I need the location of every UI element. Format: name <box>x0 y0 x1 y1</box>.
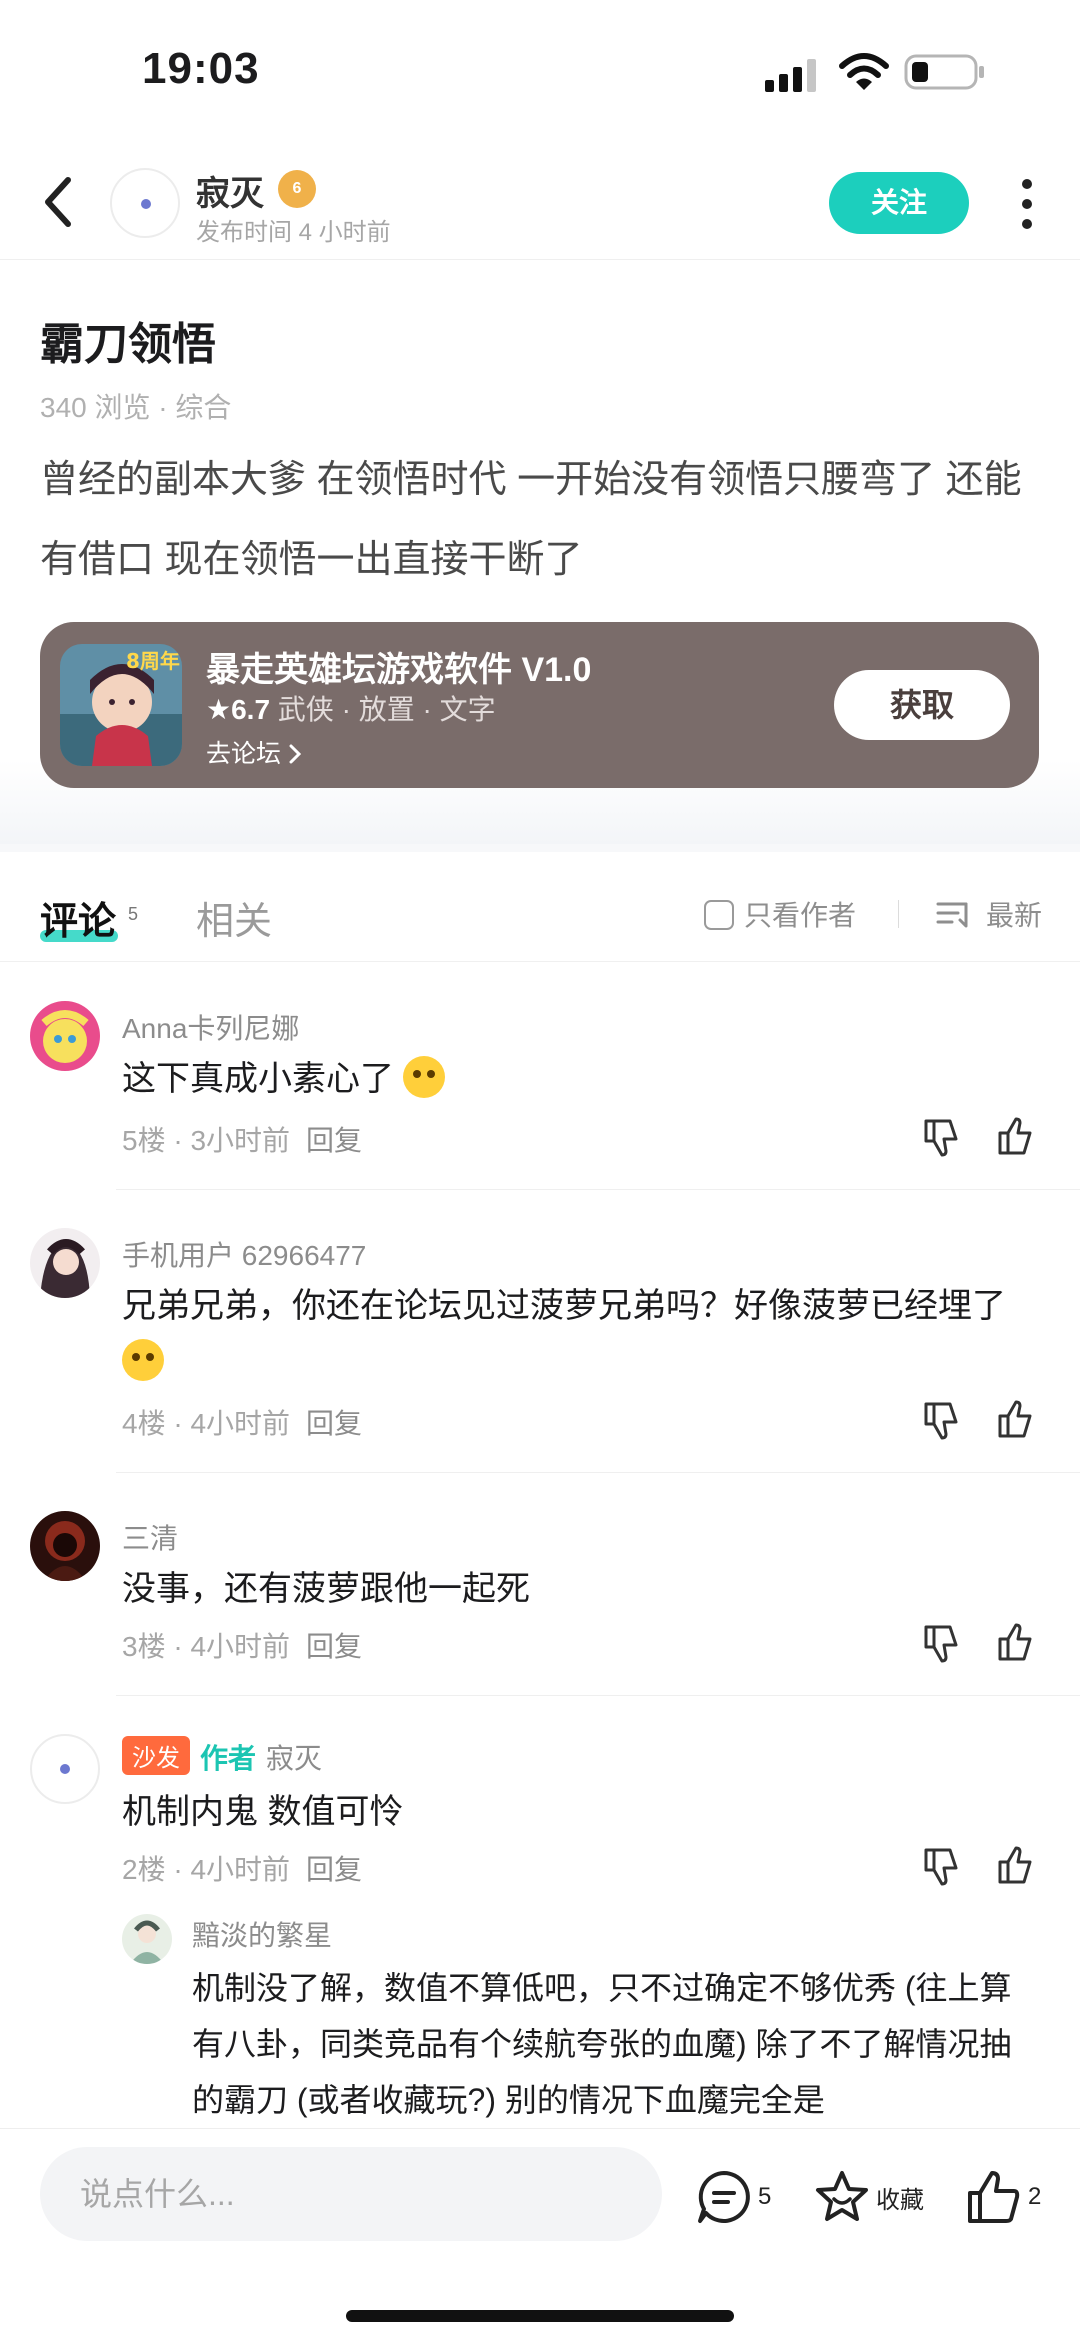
chevron-right-icon <box>289 744 302 764</box>
reply-link[interactable]: 回复 <box>306 1408 362 1439</box>
go-forum-label: 去论坛 <box>206 740 282 768</box>
comment-bubble-icon <box>698 2171 750 2223</box>
sort-icon <box>936 902 968 928</box>
game-icon-badge: 8周年 <box>126 649 180 673</box>
reply-user-name[interactable]: 黯淡的繁星 <box>192 1914 332 1954</box>
comment-divider <box>116 1695 1080 1696</box>
more-options-icon[interactable] <box>1010 172 1044 236</box>
wifi-icon <box>839 53 889 90</box>
comment-input[interactable]: 说点什么... <box>40 2147 662 2241</box>
home-indicator[interactable] <box>346 2310 734 2322</box>
post-body: 曾经的副本大爹 在领悟时代 一开始没有领悟只腰弯了 还能有借口 现在领悟一出直接… <box>40 459 1022 581</box>
dislike-icon[interactable] <box>920 1621 964 1665</box>
post-header: 寂灭 6 发布时间 4 小时前 关注 <box>0 150 1080 260</box>
commenter-avatar[interactable] <box>30 1734 100 1804</box>
reply-link[interactable]: 回复 <box>306 1125 362 1156</box>
comment-text-content: 兄弟兄弟，你还在论坛见过菠萝兄弟吗？好像菠萝已经埋了 <box>122 1287 1006 1325</box>
game-icon: 8周年 <box>60 644 182 766</box>
reply-link[interactable]: 回复 <box>306 1631 362 1662</box>
tab-divider <box>898 900 899 928</box>
comment-text-content: 这下真成小素心了 <box>122 1060 394 1098</box>
commenter-name[interactable]: Anna卡列尼娜 <box>122 1007 299 1047</box>
follow-button[interactable]: 关注 <box>829 172 969 234</box>
author-only-toggle[interactable]: 只看作者 <box>704 894 856 934</box>
author-name[interactable]: 寂灭 <box>196 166 264 215</box>
dislike-icon[interactable] <box>920 1844 964 1888</box>
commenter-name[interactable]: 手机用户 62966477 <box>122 1234 366 1274</box>
commenter-avatar[interactable] <box>30 1511 100 1581</box>
commenter-name[interactable]: 三清 <box>122 1517 178 1557</box>
go-forum-link[interactable]: 去论坛 <box>206 734 302 770</box>
commenter-name[interactable]: 寂灭 <box>266 1743 322 1774</box>
game-tags: 武侠 · 放置 · 文字 <box>270 694 496 725</box>
thumbs-up-icon <box>968 2171 1020 2223</box>
commenter-avatar[interactable] <box>30 1001 100 1071</box>
smile-emoji-icon <box>403 1056 446 1098</box>
reply-link[interactable]: 回复 <box>306 1854 362 1885</box>
post-meta: 340 浏览 · 综合 <box>40 392 232 423</box>
comment-meta: 3楼 · 4小时前 回复 <box>122 1625 362 1665</box>
comment-count: 5 <box>758 2183 772 2210</box>
tab-related[interactable]: 相关 <box>196 890 272 945</box>
like-post-button[interactable]: 2 <box>964 2167 1041 2227</box>
like-count: 2 <box>1028 2183 1042 2210</box>
commenter-name-row: 沙发 作者 寂灭 <box>122 1736 322 1777</box>
reply-text: 机制没了解，数值不算低吧，只不过确定不够优秀 (往上算有八卦，同类竞品有个续航夸… <box>192 1970 1012 2118</box>
publish-time: 发布时间 4 小时前 <box>196 219 391 246</box>
status-bar: 19:03 <box>0 0 1080 140</box>
comment-divider <box>116 1472 1080 1473</box>
post-title: 霸刀领悟 <box>40 320 216 369</box>
section-separator <box>0 844 1080 852</box>
comment-tabs: 评论 5 相关 只看作者 最新 <box>0 862 1080 962</box>
like-icon[interactable] <box>994 1398 1038 1442</box>
comment-floor-time: 4楼 · 4小时前 <box>122 1408 291 1439</box>
comment-text: 没事，还有菠萝跟他一起死 <box>122 1570 530 1608</box>
level-badge: 6 <box>278 170 316 208</box>
status-time: 19:03 <box>142 44 260 93</box>
comment-meta: 4楼 · 4小时前 回复 <box>122 1402 362 1442</box>
comment-count-button[interactable]: 5 <box>694 2167 771 2227</box>
tab-comments[interactable]: 评论 <box>40 890 116 945</box>
favorite-label: 收藏 <box>876 2186 924 2214</box>
like-icon[interactable] <box>994 1115 1038 1159</box>
surprised-emoji-icon <box>122 1339 164 1381</box>
like-icon[interactable] <box>994 1621 1038 1665</box>
sort-latest-button[interactable]: 最新 <box>936 894 1042 934</box>
comment-floor-time: 5楼 · 3小时前 <box>122 1125 291 1156</box>
game-rating: ★6.7 <box>206 694 271 725</box>
favorite-button[interactable]: 收藏 <box>812 2167 924 2227</box>
comment-floor-time: 2楼 · 4小时前 <box>122 1854 291 1885</box>
author-only-label: 只看作者 <box>744 900 857 931</box>
get-button[interactable]: 获取 <box>834 670 1010 740</box>
dislike-icon[interactable] <box>920 1398 964 1442</box>
comment-divider <box>116 1189 1080 1190</box>
comment-text: 机制内鬼 数值可怜 <box>122 1793 404 1831</box>
comment-floor-time: 3楼 · 4小时前 <box>122 1631 291 1662</box>
checkbox-icon[interactable] <box>704 900 734 930</box>
sofa-badge: 沙发 <box>122 1736 190 1775</box>
game-info: ★6.7 武侠 · 放置 · 文字 <box>206 688 496 728</box>
comment-meta: 5楼 · 3小时前 回复 <box>122 1119 362 1159</box>
dislike-icon[interactable] <box>920 1115 964 1159</box>
comment-text: 兄弟兄弟，你还在论坛见过菠萝兄弟吗？好像菠萝已经埋了 <box>122 1278 1042 1390</box>
sort-latest-label: 最新 <box>986 900 1043 931</box>
tab-comments-count: 5 <box>128 904 139 924</box>
game-name: 暴走英雄坛游戏软件 V1.0 <box>206 651 592 689</box>
cellular-signal-icon <box>765 59 816 92</box>
author-tag: 作者 <box>200 1743 257 1774</box>
star-icon <box>816 2171 868 2221</box>
like-icon[interactable] <box>994 1844 1038 1888</box>
battery-icon <box>904 54 984 90</box>
author-avatar[interactable] <box>110 168 180 238</box>
reply-avatar[interactable] <box>122 1914 172 1964</box>
comment-text: 这下真成小素心了 <box>122 1051 1042 1107</box>
comment-meta: 2楼 · 4小时前 回复 <box>122 1848 362 1888</box>
game-card[interactable]: 8周年 暴走英雄坛游戏软件 V1.0 ★6.7 武侠 · 放置 · 文字 去论坛… <box>40 622 1039 788</box>
back-arrow-icon[interactable] <box>36 170 80 234</box>
commenter-avatar[interactable] <box>30 1228 100 1298</box>
